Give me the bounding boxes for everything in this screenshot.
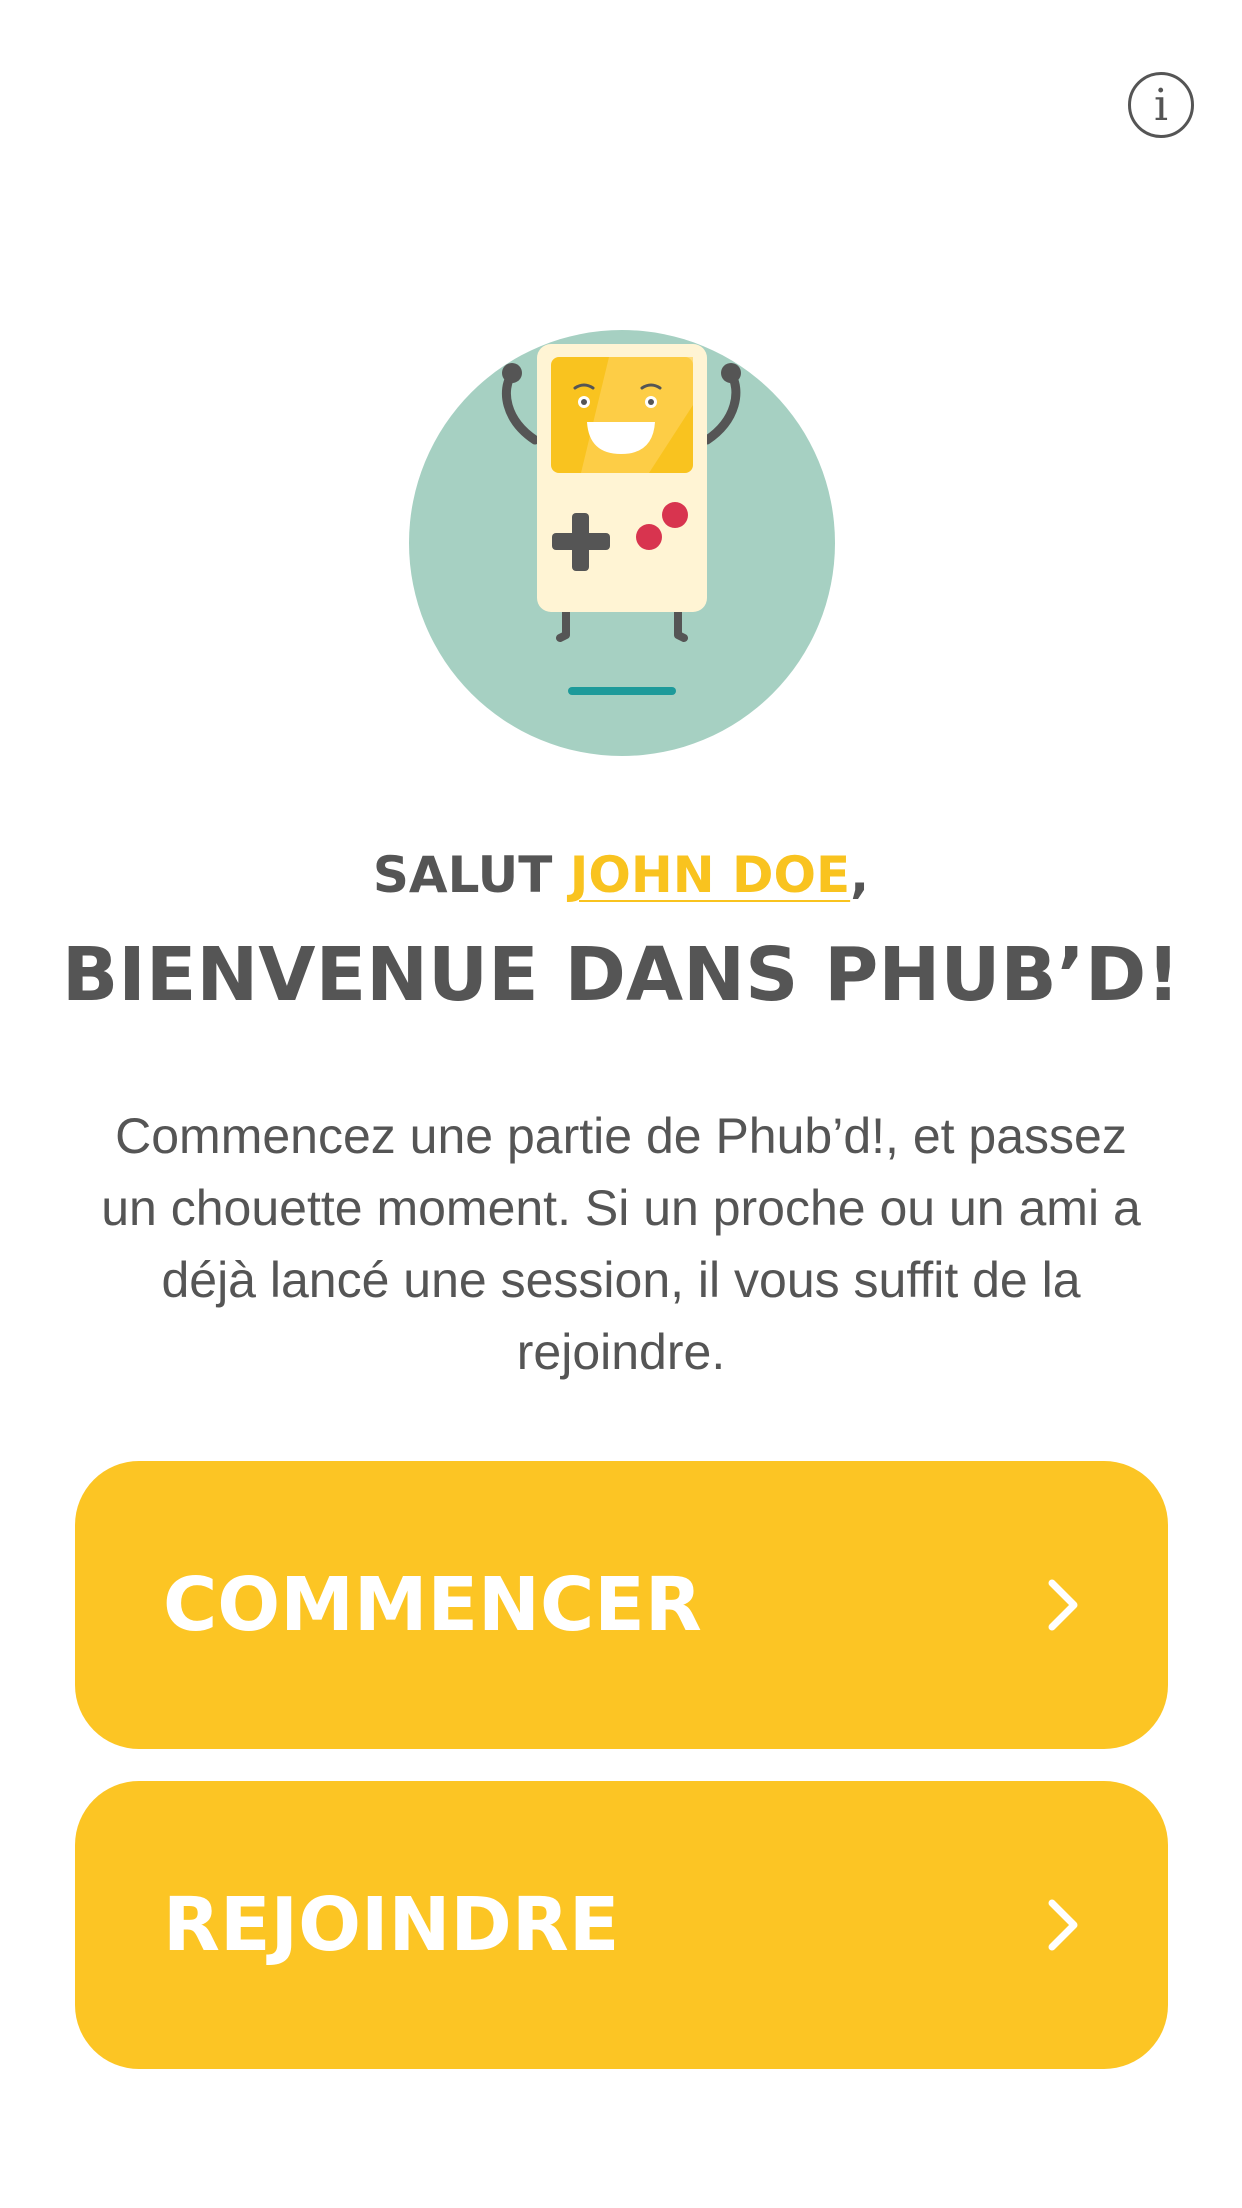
mascot-button-a — [662, 502, 688, 528]
mascot-ground-line — [568, 687, 676, 695]
info-icon: i — [1153, 80, 1169, 131]
mascot-button-b — [636, 524, 662, 550]
greeting-suffix: , — [850, 846, 870, 904]
chevron-right-icon — [1048, 1579, 1078, 1631]
intro-text: Commencez une partie de Phub’d!, et pass… — [101, 1108, 1141, 1380]
chevron-right-icon — [1048, 1899, 1078, 1951]
user-name-link[interactable]: JOHN DOE — [570, 846, 850, 904]
greeting: SALUT JOHN DOE, — [0, 850, 1242, 900]
join-button[interactable]: REJOINDRE — [75, 1781, 1168, 2069]
join-button-label: REJOINDRE — [163, 1882, 620, 1968]
info-button[interactable]: i — [1128, 72, 1194, 138]
start-button[interactable]: COMMENCER — [75, 1461, 1168, 1749]
start-button-label: COMMENCER — [163, 1562, 702, 1648]
mascot-illustration — [409, 330, 835, 756]
greeting-prefix: SALUT — [372, 846, 570, 904]
welcome-title: BIENVENUE DANS PHUB’D! — [61, 932, 1181, 1018]
